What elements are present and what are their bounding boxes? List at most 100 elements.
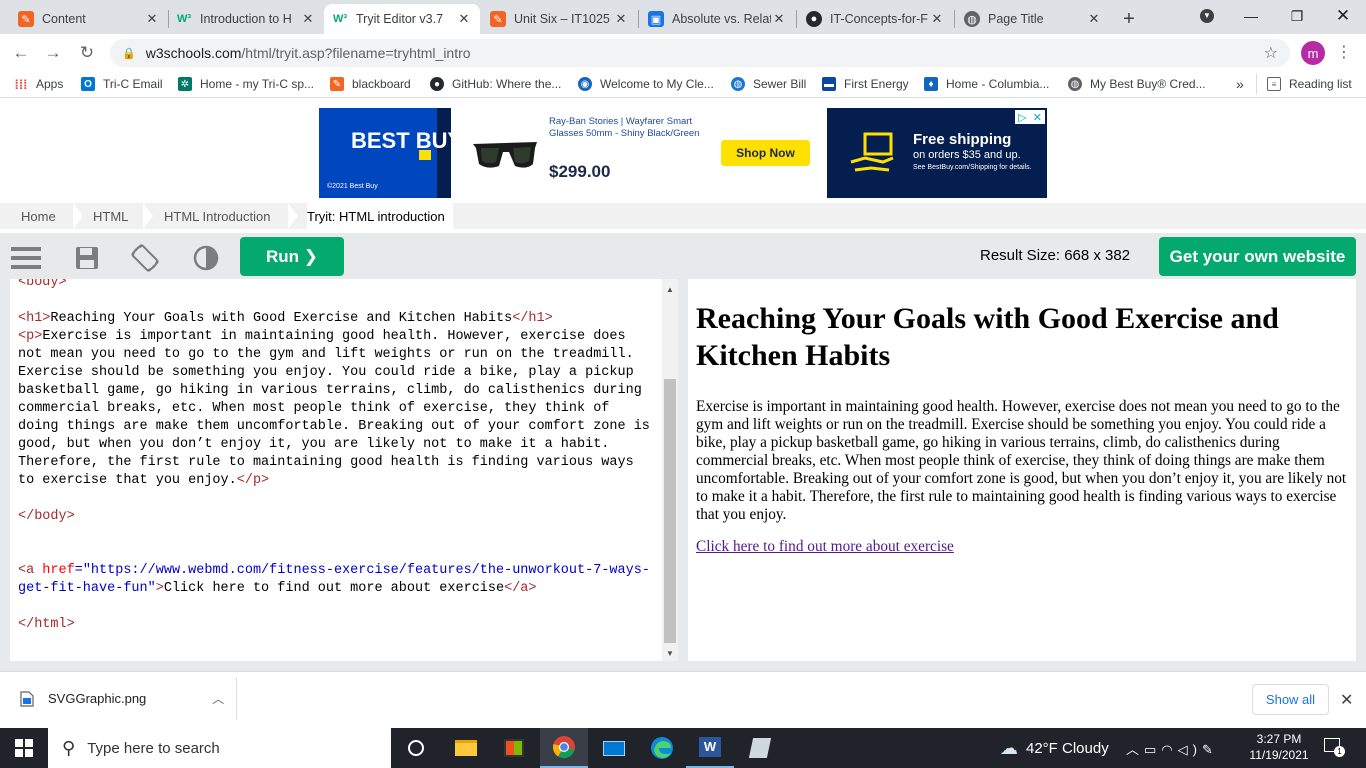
breadcrumb-home[interactable]: Home (21, 203, 56, 229)
avatar-initial: m (1307, 45, 1319, 61)
content-tab-icon: ✎ (18, 11, 34, 27)
bookmark-label: Tri-C Email (103, 77, 163, 91)
bookmark-tri-c-email[interactable]: O Tri-C Email (81, 76, 163, 92)
system-tray[interactable]: ︿▭◠◁)✎ (1126, 739, 1218, 758)
ad-banner[interactable]: BEST BUY ©2021 Best Buy Ray-Ban Stories … (319, 108, 1047, 198)
minimize-button[interactable]: — (1228, 0, 1274, 32)
bookmark-sewer-bill[interactable]: ◍ Sewer Bill (731, 76, 806, 92)
search-placeholder: Type here to search (87, 739, 220, 757)
taskbar-clock[interactable]: 3:27 PM 11/19/2021 (1246, 731, 1312, 763)
menu-kebab-icon[interactable]: ⋮ (1336, 42, 1352, 64)
scroll-up-arrow-icon[interactable]: ▲ (664, 283, 676, 295)
notifications-button[interactable]: 1 (1322, 738, 1345, 758)
download-item[interactable]: SVGGraphic.png ︿ (20, 690, 224, 707)
task-view-button[interactable] (392, 728, 440, 768)
close-icon[interactable]: ✕ (1086, 11, 1102, 27)
rotate-layout-button[interactable] (130, 243, 160, 273)
profile-avatar[interactable]: m (1301, 41, 1325, 65)
bookmark-github[interactable]: ● GitHub: Where the... (430, 76, 561, 92)
tab-absolute-vs-relative[interactable]: ▣ Absolute vs. Relat ✕ (640, 4, 795, 34)
tab-page-title[interactable]: ◍ Page Title ✕ (956, 4, 1110, 34)
github-icon: ● (806, 11, 822, 27)
bookmark-first-energy[interactable]: ▬ First Energy (822, 76, 909, 92)
plus-icon: + (1123, 7, 1135, 30)
file-explorer-button[interactable] (442, 728, 490, 768)
run-button[interactable]: Run ❯ (240, 237, 344, 276)
code-h1-open: <h1> (18, 311, 51, 326)
edge-icon (651, 737, 673, 759)
close-download-bar-icon[interactable]: ✕ (1340, 690, 1353, 710)
mail-button[interactable] (590, 728, 638, 768)
close-icon[interactable]: ✕ (144, 11, 160, 27)
close-window-button[interactable]: ✕ (1320, 0, 1366, 32)
bookmarks-overflow-button[interactable]: » (1236, 76, 1244, 92)
bookmark-apps[interactable]: ⁞⁞⁞ Apps (14, 76, 64, 92)
forward-button[interactable]: → (42, 42, 64, 64)
word-icon: W (699, 737, 721, 757)
tab-search-button[interactable]: ▼ (1184, 0, 1230, 32)
breadcrumb-current: Tryit: HTML introduction (307, 203, 453, 229)
close-icon[interactable]: ✕ (300, 11, 316, 27)
close-icon[interactable]: ✕ (613, 11, 629, 27)
theme-toggle-button[interactable] (191, 243, 221, 273)
show-all-downloads-button[interactable]: Show all (1252, 684, 1329, 715)
close-icon[interactable]: ✕ (929, 11, 945, 27)
forward-arrow-icon: → (44, 43, 62, 62)
new-tab-button[interactable]: + (1114, 4, 1144, 34)
close-icon: ✕ (1335, 6, 1351, 25)
word-button[interactable]: W (686, 728, 734, 768)
close-icon[interactable]: ✕ (456, 11, 472, 27)
reading-list-button[interactable]: ≡ Reading list (1267, 76, 1352, 92)
scroll-down-arrow-icon[interactable]: ▼ (664, 647, 676, 659)
lock-icon: 🔒 (122, 47, 136, 60)
contrast-icon (193, 245, 219, 271)
bookmark-home-tri-c[interactable]: ✲ Home - my Tri-C sp... (178, 76, 314, 92)
shop-now-button[interactable]: Shop Now (721, 140, 810, 166)
back-button[interactable]: ← (10, 42, 32, 64)
code-text[interactable]: <body> <h1>Reaching Your Goals with Good… (18, 279, 650, 634)
restore-button[interactable]: ❐ (1274, 0, 1320, 32)
result-exercise-link[interactable]: Click here to find out more about exerci… (696, 538, 954, 556)
address-bar[interactable]: 🔒 w3schools.com/html/tryit.asp?filename=… (110, 39, 1290, 67)
chrome-button[interactable] (540, 728, 588, 768)
edge-button[interactable] (638, 728, 686, 768)
editor-scroll-thumb[interactable] (664, 379, 676, 643)
notes-button[interactable] (736, 728, 784, 768)
breadcrumb-html-introduction[interactable]: HTML Introduction (164, 203, 270, 229)
store-button[interactable] (490, 728, 538, 768)
bookmark-columbia[interactable]: ♦ Home - Columbia... (924, 76, 1049, 92)
ad-choices-button[interactable]: ▷ ✕ (1015, 110, 1045, 124)
menu-button[interactable] (11, 243, 41, 273)
breadcrumb-html[interactable]: HTML (93, 203, 128, 229)
store-icon (504, 739, 524, 757)
cloud-icon: ☁ (1000, 738, 1018, 758)
tab-it-concepts[interactable]: ● IT-Concepts-for-F ✕ (798, 4, 953, 34)
bookmark-star-icon[interactable]: ☆ (1264, 43, 1278, 63)
tab-tryit-editor[interactable]: W³ Tryit Editor v3.7 ✕ (324, 4, 480, 34)
tab-unit-six[interactable]: ✎ Unit Six – IT1025 ✕ (482, 4, 637, 34)
save-button[interactable] (72, 243, 102, 273)
notification-count: 1 (1334, 746, 1345, 757)
task-view-icon (408, 740, 424, 756)
bookmark-welcome-cle[interactable]: ◉ Welcome to My Cle... (578, 76, 714, 92)
tab-title: Content (42, 12, 86, 26)
code-a-gt: > (155, 581, 164, 596)
reload-button[interactable]: ↻ (76, 42, 98, 64)
windows-logo-icon (15, 739, 33, 757)
chevron-up-icon[interactable]: ︿ (212, 690, 224, 707)
bookmark-blackboard[interactable]: ✎ blackboard (330, 76, 411, 92)
tab-introduction[interactable]: W³ Introduction to H ✕ (168, 4, 324, 34)
tab-content[interactable]: ✎ Content ✕ (10, 4, 168, 34)
code-p-open: <p> (18, 329, 43, 344)
code-a-open: <a (18, 563, 35, 578)
result-size-label: Result Size: 668 x 382 (980, 247, 1131, 264)
close-icon[interactable]: ✕ (771, 11, 787, 27)
start-button[interactable] (0, 728, 48, 768)
get-your-own-website-button[interactable]: Get your own website (1159, 237, 1356, 276)
back-arrow-icon: ← (12, 43, 30, 62)
double-chevron-icon: » (1236, 76, 1244, 92)
taskbar-search-box[interactable]: ⚲ Type here to search (48, 728, 391, 768)
bookmark-best-buy-credit[interactable]: ◍ My Best Buy® Cred... (1068, 76, 1206, 92)
code-editor[interactable]: <body> <h1>Reaching Your Goals with Good… (10, 279, 678, 661)
weather-widget[interactable]: ☁ 42°F Cloudy (1000, 738, 1109, 759)
